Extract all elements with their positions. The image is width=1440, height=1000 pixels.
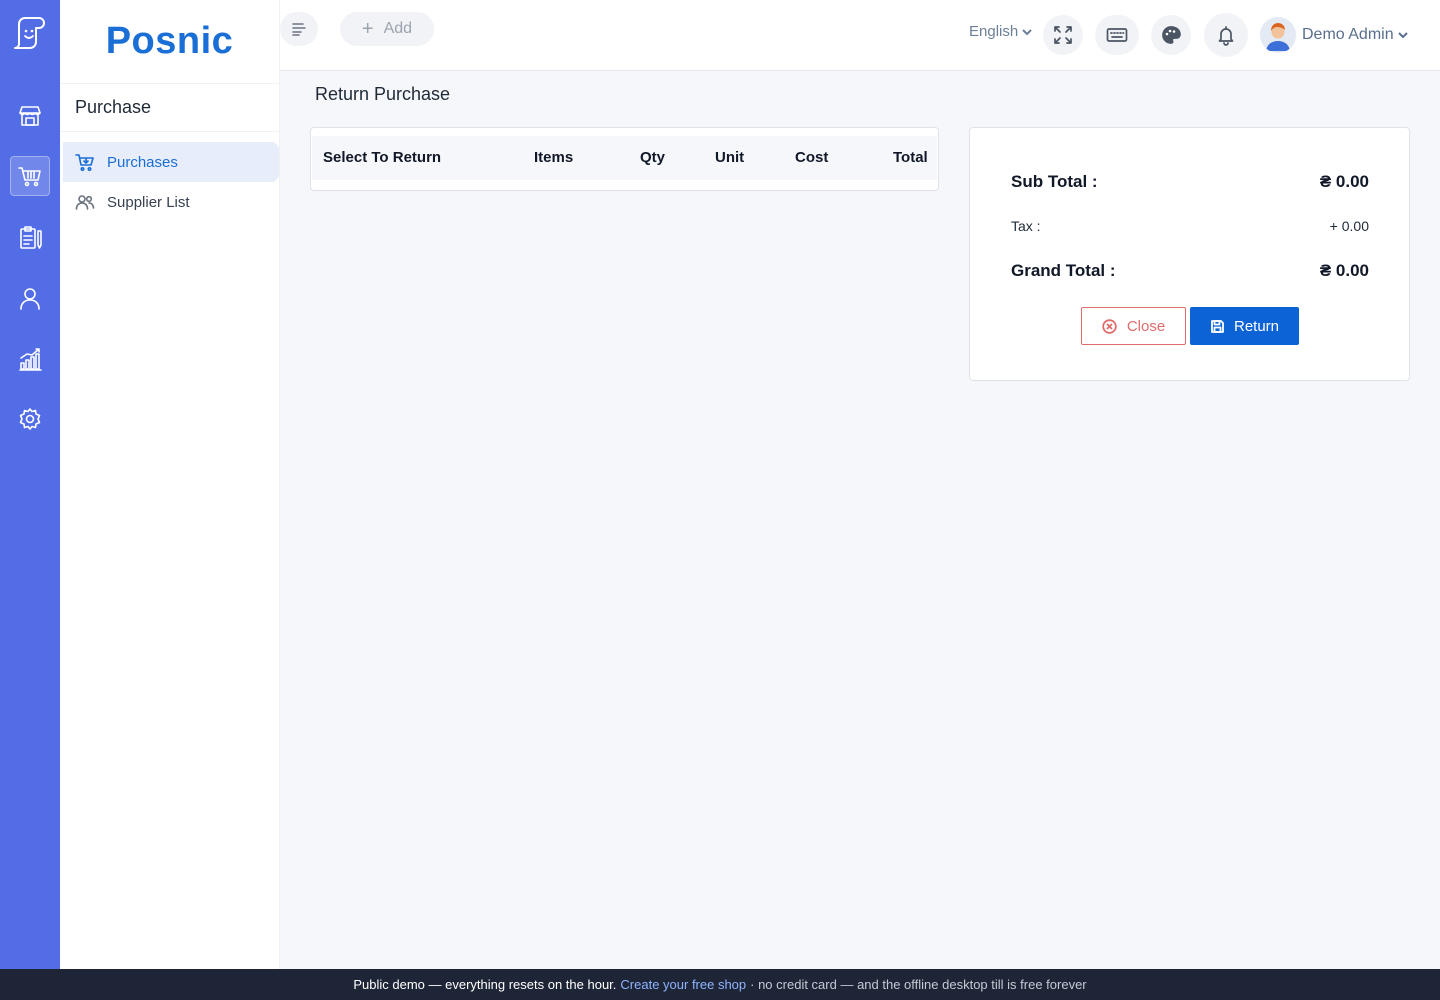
tax-row: Tax : + 0.00: [1011, 218, 1369, 234]
demo-banner: Public demo — everything resets on the h…: [0, 969, 1440, 1000]
theme-button[interactable]: [1151, 15, 1191, 55]
page-title: Return Purchase: [315, 84, 451, 104]
sidebar-item-purchases[interactable]: Purchases: [63, 142, 279, 182]
column-header-qty: Qty: [640, 149, 666, 166]
column-header-items: Items: [534, 149, 574, 166]
column-header-select: Select To Return: [323, 149, 442, 166]
column-header-cost: Cost: [795, 149, 829, 166]
fullscreen-button[interactable]: [1043, 15, 1083, 55]
user-menu[interactable]: Demo Admin: [1260, 17, 1409, 53]
palette-icon: [1162, 26, 1181, 44]
keyboard-shortcuts-button[interactable]: [1095, 15, 1139, 55]
close-circle-icon: [1102, 318, 1117, 334]
sidebar-menu: Purchases Supplier List: [60, 132, 279, 222]
fullscreen-icon: [1054, 26, 1072, 44]
tax-label: Tax :: [1011, 218, 1041, 234]
banner-text: Public demo — everything resets on the h…: [353, 977, 617, 992]
sidebar-item-label: Purchases: [107, 153, 178, 171]
avatar: [1260, 17, 1296, 53]
column-header-unit: Unit: [715, 149, 745, 166]
clipboard-icon[interactable]: [10, 218, 50, 258]
return-button[interactable]: Return: [1190, 307, 1299, 345]
menu-toggle-icon: [292, 23, 306, 36]
chevron-down-icon: [1397, 32, 1408, 39]
gear-icon[interactable]: [10, 399, 50, 439]
top-bar: + Add English Demo Admin: [280, 0, 1440, 71]
sidebar-section-title: Purchase: [60, 84, 279, 132]
bar-chart-icon[interactable]: [10, 339, 50, 379]
create-shop-link[interactable]: Create your free shop: [620, 977, 746, 992]
grand-total-value: ₴ 0.00: [1319, 261, 1369, 280]
store-icon[interactable]: [10, 96, 50, 136]
return-button-label: Return: [1233, 317, 1280, 335]
users-icon: [75, 195, 95, 210]
sub-total-row: Sub Total : ₴ 0.00: [1011, 172, 1369, 192]
chevron-down-icon: [1022, 28, 1032, 35]
sidebar-item-supplier-list[interactable]: Supplier List: [60, 182, 279, 222]
grand-total-label: Grand Total :: [1011, 261, 1116, 280]
add-button-label: Add: [383, 20, 413, 37]
user-name: Demo Admin: [1302, 26, 1394, 43]
user-icon[interactable]: [10, 278, 50, 318]
language-label: English: [969, 23, 1019, 40]
summary-card: Sub Total : ₴ 0.00 Tax : + 0.00 Grand To…: [969, 127, 1410, 381]
plus-icon: +: [361, 17, 374, 40]
sidebar-toggle-button[interactable]: [280, 12, 318, 46]
close-button-label: Close: [1126, 317, 1166, 335]
language-selector[interactable]: English: [969, 23, 1033, 40]
brand-name: Posnic: [105, 20, 234, 62]
column-header-total: Total: [893, 149, 928, 166]
shopping-basket-icon[interactable]: [10, 156, 50, 196]
sub-total-label: Sub Total :: [1011, 172, 1098, 191]
notifications-button[interactable]: [1204, 13, 1248, 57]
sub-total-value: ₴ 0.00: [1319, 172, 1369, 191]
icon-rail: [0, 0, 60, 969]
banner-subtext: · no credit card — and the offline deskt…: [750, 977, 1087, 992]
sidebar-item-label: Supplier List: [107, 193, 190, 211]
table-header: Select To Return Items Qty Unit Cost Tot…: [312, 136, 937, 180]
sidebar: Posnic Purchase Purchases Supplier List: [60, 0, 280, 969]
return-items-table: Select To Return Items Qty Unit Cost Tot…: [310, 127, 939, 191]
close-button[interactable]: Close: [1081, 307, 1186, 345]
grand-total-row: Grand Total : ₴ 0.00: [1011, 261, 1369, 281]
app-logo-icon[interactable]: [11, 14, 49, 52]
cart-icon: [75, 154, 94, 172]
add-button[interactable]: + Add: [340, 12, 434, 46]
bell-icon: [1218, 26, 1234, 46]
save-icon: [1211, 319, 1224, 333]
keyboard-icon: [1106, 28, 1128, 42]
tax-value: + 0.00: [1329, 218, 1369, 234]
brand-logo[interactable]: Posnic: [60, 0, 279, 84]
